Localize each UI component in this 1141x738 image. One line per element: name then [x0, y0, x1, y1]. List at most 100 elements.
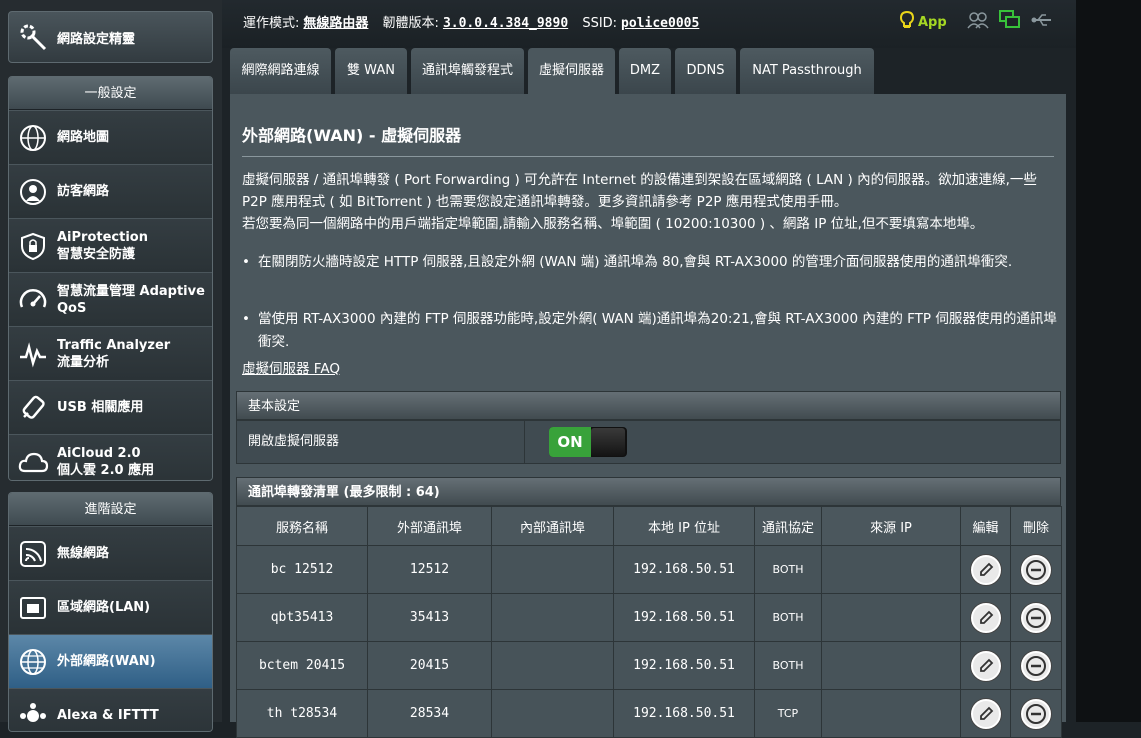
source-ip-cell — [821, 545, 961, 594]
column-header: 服務名稱 — [236, 506, 368, 546]
wifi-icon — [9, 539, 57, 569]
tab-ddns[interactable]: DDNS — [675, 48, 736, 94]
ssid-label: SSID: — [582, 16, 618, 31]
toggle-knob — [591, 428, 625, 456]
sidebar-item-network-map[interactable]: 網路地圖 — [9, 110, 212, 164]
general-settings-section: 一般設定 網路地圖 訪客網路 AiProtection 智慧安全防護 智慧流量管理… — [8, 76, 213, 481]
usb-status-icon[interactable] — [1031, 12, 1053, 32]
table-row: qbt35413 35413 192.168.50.51 BOTH — [236, 593, 1062, 642]
sidebar-item-label: 外部網路(WAN) — [57, 654, 156, 669]
delete-minus-icon[interactable] — [1021, 698, 1051, 729]
globe-icon — [9, 647, 57, 677]
speedometer-icon — [9, 285, 57, 315]
column-header: 來源 IP — [821, 506, 961, 546]
edit-pencil-icon[interactable] — [970, 554, 1001, 585]
delete-minus-icon[interactable] — [1021, 554, 1051, 585]
sidebar-item-guest-network[interactable]: 訪客網路 — [9, 164, 212, 218]
sidebar-item-label: AiProtection — [57, 229, 148, 245]
title-divider — [242, 156, 1054, 157]
description: 虛擬伺服器 / 通訊埠轉發 ( Port Forwarding ) 可允許在 I… — [242, 169, 1062, 235]
column-divider — [524, 421, 525, 463]
note-bullet: 當使用 RT-AX3000 內建的 FTP 伺服器功能時,設定外網( WAN 端… — [242, 308, 1057, 354]
sidebar-item-aicloud[interactable]: AiCloud 2.0 個人雲 2.0 應用 — [9, 434, 212, 480]
enable-virtual-server-row: 開啟虛擬伺服器 ON — [236, 420, 1061, 464]
sidebar-item-aiprotection[interactable]: AiProtection 智慧安全防護 — [9, 218, 212, 272]
lan-port-icon — [9, 593, 57, 623]
enable-virtual-server-toggle[interactable]: ON — [549, 427, 627, 457]
shield-lock-icon — [9, 231, 57, 261]
general-settings-header: 一般設定 — [9, 77, 212, 110]
quick-setup-button[interactable]: 網路設定精靈 — [8, 11, 213, 63]
protocol-cell: BOTH — [754, 545, 822, 594]
sidebar-item-sublabel: QoS — [57, 300, 87, 316]
edit-pencil-icon[interactable] — [970, 650, 1001, 681]
tab-virtual-server[interactable]: 虛擬伺服器 — [528, 48, 615, 94]
app-link[interactable]: App — [899, 10, 947, 33]
bulb-icon — [899, 10, 915, 33]
clients-icon[interactable] — [967, 11, 989, 33]
firmware-label: 韌體版本: — [382, 16, 439, 31]
delete-cell — [1010, 641, 1062, 690]
network-status-icon[interactable] — [998, 10, 1021, 34]
right-margin — [1076, 0, 1141, 722]
usb-drive-icon — [9, 393, 57, 423]
delete-minus-icon[interactable] — [1021, 602, 1051, 633]
tab-nat-passthrough[interactable]: NAT Passthrough — [740, 48, 874, 94]
wand-icon — [9, 22, 57, 52]
sidebar-item-traffic-analyzer[interactable]: Traffic Analyzer 流量分析 — [9, 326, 212, 380]
source-ip-cell — [821, 593, 961, 642]
tab-port-trigger[interactable]: 通訊埠觸發程式 — [411, 48, 524, 94]
sidebar-item-label: 網路地圖 — [57, 130, 110, 145]
forward-list-header: 通訊埠轉發清單 (最多限制 : 64) — [236, 477, 1061, 506]
faq-link[interactable]: 虛擬伺服器 FAQ — [242, 357, 340, 377]
operation-mode-link[interactable]: 無線路由器 — [303, 16, 368, 31]
edit-cell — [960, 641, 1011, 690]
column-header: 編輯 — [960, 506, 1011, 546]
note-bullet: 在關閉防火牆時設定 HTTP 伺服器,且設定外網 (WAN 端) 通訊埠為 80… — [242, 251, 1057, 274]
sidebar-item-alexa-ifttt[interactable]: Alexa & IFTTT — [9, 688, 212, 731]
description-paragraph: 虛擬伺服器 / 通訊埠轉發 ( Port Forwarding ) 可允許在 I… — [242, 172, 1037, 210]
service-name-cell: bc 12512 — [236, 545, 368, 594]
app-label: App — [918, 14, 947, 30]
sidebar-item-lan[interactable]: 區域網路(LAN) — [9, 580, 212, 634]
sidebar-item-label: Traffic Analyzer — [57, 337, 171, 353]
sidebar-item-wan[interactable]: 外部網路(WAN) — [9, 634, 212, 688]
column-header: 本地 IP 位址 — [613, 506, 755, 546]
delete-cell — [1010, 689, 1062, 738]
sidebar-item-wireless[interactable]: 無線網路 — [9, 526, 212, 580]
advanced-settings-header: 進階設定 — [9, 493, 212, 526]
column-header: 刪除 — [1010, 506, 1062, 546]
port-forward-table: 服務名稱 外部通訊埠 內部通訊埠 本地 IP 位址 通訊協定 來源 IP 編輯 … — [236, 506, 1062, 738]
edit-pencil-icon[interactable] — [970, 602, 1001, 633]
column-header: 通訊協定 — [754, 506, 822, 546]
firmware-link[interactable]: 3.0.0.4.384_9890 — [443, 16, 568, 31]
sidebar-item-adaptive-qos[interactable]: 智慧流量管理 Adaptive QoS — [9, 272, 212, 326]
internal-port-cell — [491, 641, 614, 690]
protocol-cell: BOTH — [754, 593, 822, 642]
ssid-link[interactable]: police0005 — [621, 16, 699, 31]
sidebar-item-label: AiCloud 2.0 — [57, 445, 141, 461]
enable-virtual-server-label: 開啟虛擬伺服器 — [248, 434, 340, 449]
status-bar: 運作模式: 無線路由器 韌體版本: 3.0.0.4.384_9890 SSID: po… — [243, 12, 709, 31]
edit-cell — [960, 545, 1011, 594]
basic-settings-header: 基本設定 — [236, 391, 1061, 420]
edit-cell — [960, 689, 1011, 738]
content-panel: 外部網路(WAN) - 虛擬伺服器 虛擬伺服器 / 通訊埠轉發 ( Port F… — [230, 94, 1066, 738]
delete-minus-icon[interactable] — [1021, 650, 1051, 681]
source-ip-cell — [821, 689, 961, 738]
tab-dual-wan[interactable]: 雙 WAN — [335, 48, 407, 94]
cloud-icon — [9, 447, 57, 477]
column-header: 外部通訊埠 — [367, 506, 492, 546]
external-port-cell: 35413 — [367, 593, 492, 642]
tab-internet-connection[interactable]: 網際網路連線 — [230, 48, 331, 94]
advanced-settings-section: 進階設定 無線網路 區域網路(LAN) 外部網路(WAN) Alexa & IF… — [8, 492, 213, 732]
table-row: th t28534 28534 192.168.50.51 TCP — [236, 689, 1062, 738]
sidebar-item-label: USB 相關應用 — [57, 400, 144, 415]
external-port-cell: 20415 — [367, 641, 492, 690]
connected-nodes-icon — [9, 701, 57, 731]
internal-port-cell — [491, 689, 614, 738]
sidebar-item-usb[interactable]: USB 相關應用 — [9, 380, 212, 434]
delete-cell — [1010, 593, 1062, 642]
edit-pencil-icon[interactable] — [970, 698, 1001, 729]
tab-dmz[interactable]: DMZ — [619, 48, 671, 94]
